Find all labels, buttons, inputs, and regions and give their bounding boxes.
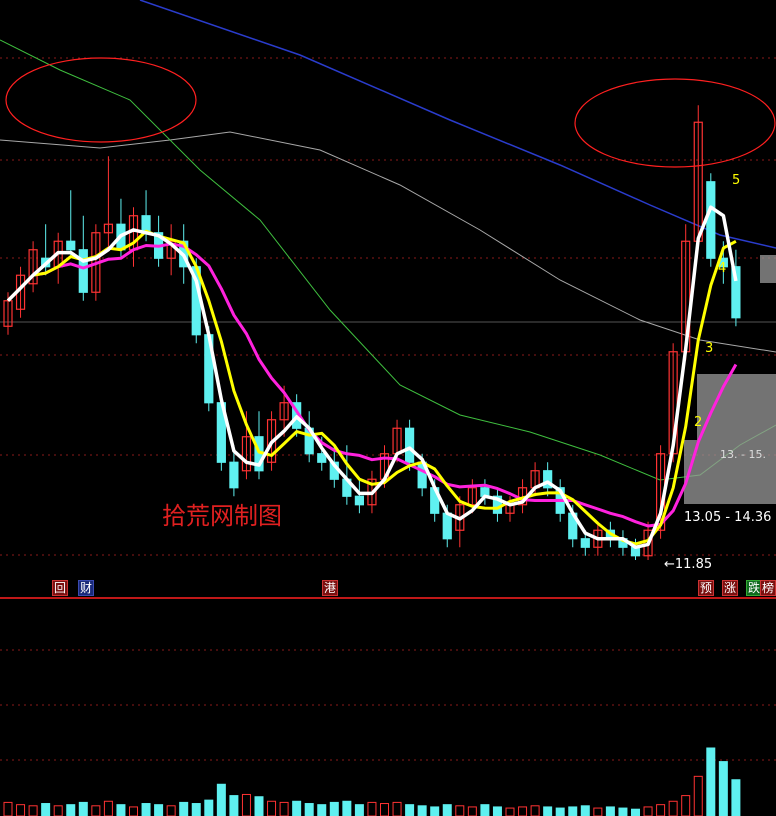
volume-bar (354, 804, 364, 816)
volume-bar (279, 801, 289, 816)
low-price-label: ←11.85 (664, 557, 712, 572)
volume-bar (292, 800, 302, 816)
volume-bar (329, 801, 339, 816)
wave-number: 4 (718, 261, 726, 276)
volume-bar (191, 803, 201, 816)
volume-bar (380, 803, 389, 816)
event-marker-5[interactable]: 涨 (722, 580, 739, 596)
volume-bar (668, 800, 678, 816)
wave-number: 3 (705, 341, 713, 356)
volume-bar (518, 806, 528, 816)
volume-bar (91, 805, 101, 816)
volume-bar (442, 804, 452, 816)
volume-bar (53, 805, 63, 816)
volume-bar (631, 808, 640, 816)
volume-bar (656, 804, 666, 816)
volume-bar (16, 804, 26, 816)
candle-body (229, 461, 239, 489)
volume-bar (129, 806, 138, 816)
highlight-circle-right (574, 78, 776, 168)
volume-bar (41, 803, 51, 816)
highlight-circle-left (5, 57, 197, 143)
price-band-upper (697, 374, 776, 440)
chart-labels: ←11.85 13.05 - 14.36 13. - 15. 2 3 4 5 (664, 173, 771, 572)
price-bands (684, 255, 776, 504)
volume-bar (543, 806, 553, 816)
volume-bar (580, 805, 590, 816)
volume-bar (492, 806, 502, 816)
volume-bar (28, 805, 38, 816)
volume-bar (605, 806, 615, 816)
volume-bar (267, 800, 277, 816)
event-marker-2[interactable]: 财 (78, 580, 95, 596)
stock-chart: ←11.85 13.05 - 14.36 13. - 15. 2 3 4 5 (0, 0, 776, 816)
volume-bar (3, 801, 13, 816)
volume-bar (480, 804, 490, 816)
volume-bar (216, 783, 226, 816)
volume-bar (304, 803, 314, 816)
price-band-top (760, 255, 776, 283)
event-marker-1[interactable]: 回 (52, 580, 69, 596)
volume-bar (116, 804, 126, 816)
volume-bar (505, 807, 515, 816)
volume-bar (154, 804, 164, 816)
volume-bar (141, 803, 151, 816)
volume-bar (204, 799, 214, 816)
volume-bar (643, 806, 653, 816)
volume-bar (342, 800, 352, 816)
volume-bar (179, 801, 189, 816)
volume-bar (78, 801, 88, 816)
volume-bar (568, 806, 578, 816)
volume-bar (392, 801, 402, 816)
watermark: 拾荒网制图 (162, 502, 282, 530)
ma-line-blue (139, 0, 776, 249)
volume-bar (555, 807, 565, 816)
highlight-circles (5, 57, 776, 168)
volume-bar (241, 793, 251, 816)
volume-bar (530, 805, 540, 816)
volume-bar (593, 807, 603, 816)
volume-bar (66, 804, 76, 816)
candle-body (442, 512, 452, 540)
volume-bar (317, 804, 327, 816)
wave-number: 2 (694, 415, 702, 430)
volume-bar (417, 805, 427, 816)
volume-bar (706, 747, 716, 816)
volume-bar (467, 806, 477, 816)
volume-bar (718, 761, 728, 816)
volume-bar (367, 801, 377, 816)
candle-body (706, 181, 716, 259)
event-marker-3[interactable]: 港 (322, 580, 339, 596)
candle-body (405, 427, 415, 463)
wave-number: 5 (732, 173, 740, 188)
volume-bar (618, 807, 628, 816)
volume-bar (681, 795, 691, 816)
candle-body (580, 538, 590, 548)
volume-bar (430, 806, 440, 816)
candle-body (354, 495, 364, 506)
candle-body (78, 249, 88, 293)
volume-bars (3, 747, 741, 816)
volume-bar (405, 804, 415, 816)
event-marker-4[interactable]: 预 (698, 580, 715, 596)
volume-bar (166, 805, 176, 816)
volume-bar (254, 796, 264, 816)
volume-bar (693, 775, 703, 816)
volume-bar (455, 805, 465, 816)
volume-bar (229, 795, 239, 816)
event-marker-7[interactable]: 榜 (760, 580, 776, 596)
grid-lines (0, 57, 776, 761)
volume-bar (731, 779, 741, 816)
candle-body (317, 453, 327, 463)
price-range-label: 13.05 - 14.36 (684, 510, 771, 525)
candle-body (66, 240, 76, 251)
volume-bar (103, 800, 113, 816)
price-band-tick: 13. - 15. (720, 448, 766, 461)
